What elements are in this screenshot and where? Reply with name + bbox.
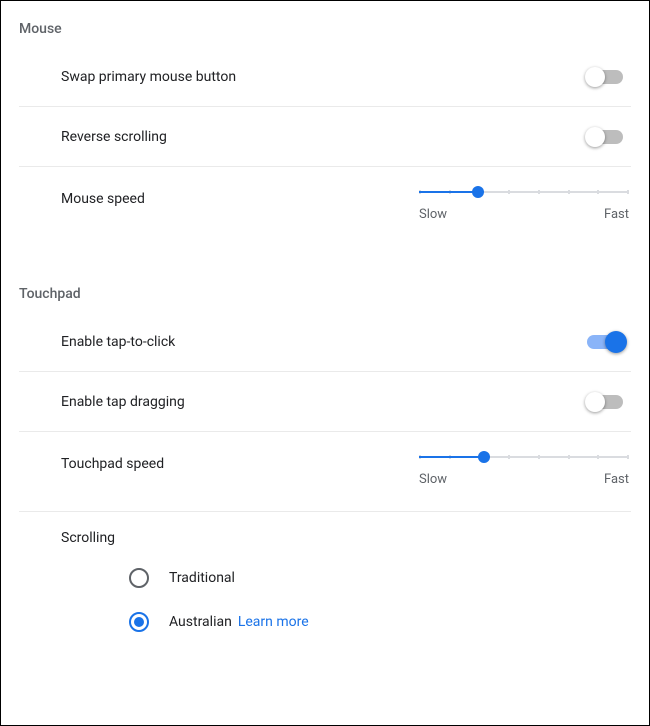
mouse-speed-label: Mouse speed: [61, 191, 145, 207]
touchpad-speed-fill: [419, 456, 484, 458]
section-title-mouse: Mouse: [19, 21, 631, 37]
touchpad-speed-thumb[interactable]: [478, 451, 490, 463]
tap-to-click-row: Enable tap-to-click: [19, 312, 631, 372]
swap-primary-toggle[interactable]: [587, 70, 623, 84]
mouse-speed-fast-label: Fast: [604, 207, 629, 222]
reverse-scrolling-toggle[interactable]: [587, 130, 623, 144]
touchpad-speed-label: Touchpad speed: [61, 456, 164, 472]
learn-more-link[interactable]: Learn more: [238, 614, 309, 630]
swap-primary-row: Swap primary mouse button: [19, 47, 631, 107]
touchpad-speed-slow-label: Slow: [419, 472, 447, 487]
tap-dragging-toggle[interactable]: [587, 395, 623, 409]
scrolling-label: Scrolling: [19, 512, 631, 556]
scrolling-australian-row[interactable]: Australian Learn more: [19, 600, 631, 644]
tap-dragging-row: Enable tap dragging: [19, 372, 631, 432]
scrolling-traditional-radio[interactable]: [129, 568, 149, 588]
scrolling-australian-label: Australian: [169, 614, 232, 630]
touchpad-speed-slider[interactable]: Slow Fast: [419, 456, 629, 487]
reverse-scrolling-label: Reverse scrolling: [61, 129, 167, 145]
mouse-speed-slider[interactable]: Slow Fast: [419, 191, 629, 222]
touchpad-speed-fast-label: Fast: [604, 472, 629, 487]
scrolling-traditional-label: Traditional: [169, 570, 235, 586]
mouse-speed-row: Mouse speed Slow Fast: [19, 167, 631, 246]
touchpad-speed-row: Touchpad speed Slow Fast: [19, 432, 631, 512]
tap-dragging-label: Enable tap dragging: [61, 394, 185, 410]
scrolling-traditional-row[interactable]: Traditional: [19, 556, 631, 600]
tap-to-click-toggle[interactable]: [587, 335, 623, 349]
swap-primary-label: Swap primary mouse button: [61, 69, 236, 85]
tap-to-click-label: Enable tap-to-click: [61, 334, 175, 350]
mouse-speed-fill: [419, 191, 478, 193]
section-title-touchpad: Touchpad: [19, 286, 631, 302]
scrolling-australian-radio[interactable]: [129, 612, 149, 632]
reverse-scrolling-row: Reverse scrolling: [19, 107, 631, 167]
mouse-speed-thumb[interactable]: [472, 186, 484, 198]
mouse-speed-slow-label: Slow: [419, 207, 447, 222]
